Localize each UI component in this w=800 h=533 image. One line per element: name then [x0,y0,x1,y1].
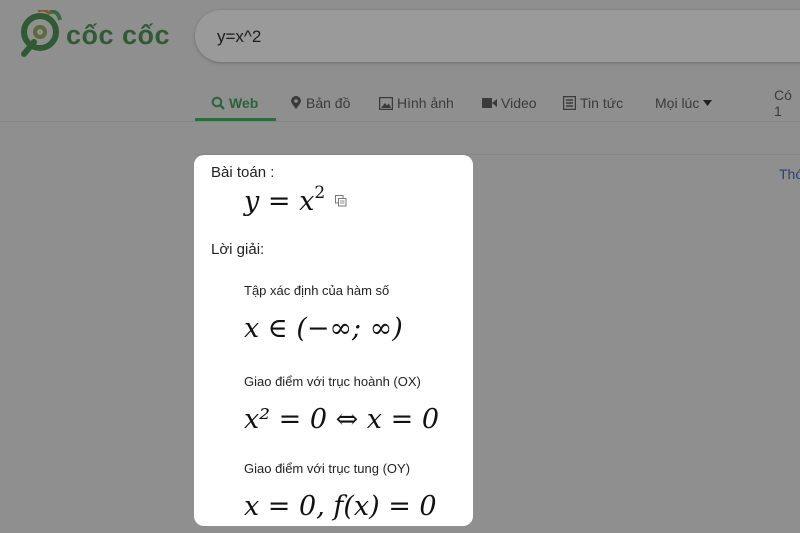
time-filter-label: Mọi lúc [655,95,700,111]
news-icon [563,96,576,110]
tab-web[interactable]: Web [211,88,258,118]
coccoc-logo-icon [21,10,62,57]
search-input[interactable]: y=x^2 [217,27,261,47]
tab-web-label: Web [229,95,259,111]
step-formula: x² = 0 ⇔ x = 0 [244,404,439,435]
header-divider [0,121,800,122]
coccoc-logo[interactable]: cốc cốc [20,10,190,60]
tab-news-label: Tin tức [580,95,624,111]
step-formula: x ∈ (−∞; ∞) [244,313,403,344]
step-title: Giao điểm với trục tung (OY) [244,461,411,476]
tab-images-label: Hình ảnh [397,95,454,111]
math-solution-card: Bài toán : y = x2 Lời giải: Tập xác định… [194,155,473,526]
tab-video[interactable]: Video [482,88,537,118]
results-count-label: Có 1 [774,87,792,119]
problem-formula: y = x2 [244,183,325,217]
step-title: Tập xác định của hàm số [244,283,390,298]
side-panel-link[interactable]: Thó [779,166,800,182]
map-pin-icon [291,96,301,109]
problem-exp: 2 [314,183,326,203]
results-count: Có 1 [774,87,800,119]
step-formula: x = 0, f(x) = 0 [244,491,437,522]
problem-rel: = [267,186,291,217]
header: cốc cốc y=x^2 Web Bản đồ Hình ảnh Video … [0,0,800,122]
search-tabs: Web Bản đồ Hình ảnh Video Tin tức Mọi lú… [0,84,800,120]
problem-label: Bài toán : [211,164,275,181]
tab-video-label: Video [501,95,537,111]
video-icon [482,98,497,108]
problem-lhs: y [244,186,260,217]
problem-base: x [299,186,315,217]
copy-icon[interactable] [335,195,347,207]
tab-images[interactable]: Hình ảnh [379,88,454,118]
tab-maps-label: Bản đồ [306,95,351,111]
tab-news[interactable]: Tin tức [563,88,623,118]
step-title: Giao điểm với trục hoành (OX) [244,374,421,389]
time-filter-dropdown[interactable]: Mọi lúc [655,88,713,118]
search-box[interactable]: y=x^2 [195,10,800,62]
logo-text: cốc cốc [66,20,171,50]
search-icon [211,96,225,110]
caret-down-icon [703,100,713,106]
image-icon [379,96,393,110]
solution-label: Lời giải: [211,241,265,258]
tab-maps[interactable]: Bản đồ [290,88,350,118]
